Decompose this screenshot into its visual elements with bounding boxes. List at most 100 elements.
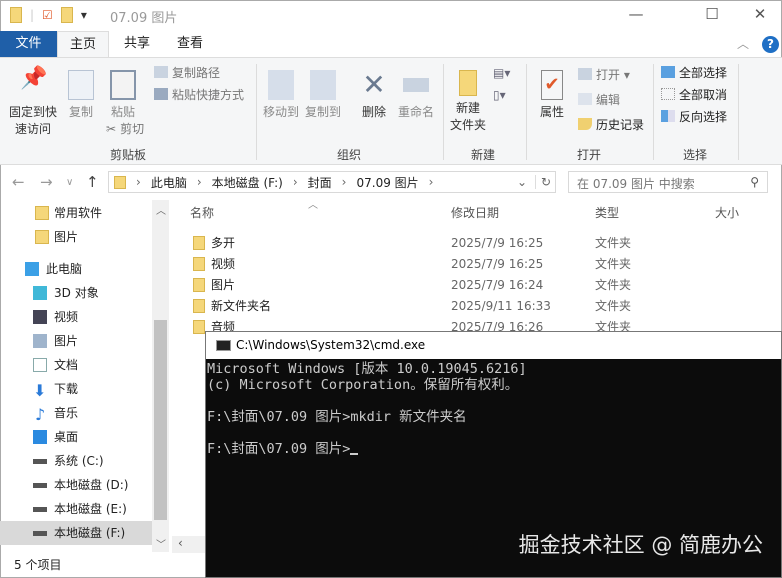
delete-x-icon: ✕ xyxy=(362,68,386,101)
tab-view[interactable]: 查看 xyxy=(165,31,215,57)
pin-quick-access-button[interactable]: 📌 固定到快 速访问 xyxy=(6,66,60,138)
status-item-count: 5 个项目 xyxy=(14,558,62,572)
history-button[interactable]: 历史记录 xyxy=(578,114,644,136)
rename-button[interactable]: 重命名 xyxy=(396,70,436,121)
nav-item-videos[interactable]: 视频 xyxy=(0,305,152,329)
help-icon[interactable]: ? xyxy=(762,36,779,53)
tab-share[interactable]: 共享 xyxy=(112,31,162,57)
address-bar[interactable]: › 此电脑 › 本地磁盘 (F:) › 封面 › 07.09 图片 › ⌄ ↻ xyxy=(108,171,556,193)
copy-path-button[interactable]: 复制路径 xyxy=(154,62,220,84)
file-row[interactable]: 新文件夹名 2025/9/11 16:33 文件夹 xyxy=(190,296,750,317)
collapse-ribbon-icon[interactable]: ︿ xyxy=(737,35,749,52)
nav-item-music[interactable]: ♪ 音乐 xyxy=(0,401,152,425)
folder-icon xyxy=(193,257,205,271)
document-icon xyxy=(33,358,47,372)
folder-icon xyxy=(193,278,205,292)
cmd-window[interactable]: C:\Windows\System32\cmd.exe Microsoft Wi… xyxy=(205,331,782,578)
folder-icon xyxy=(10,7,22,23)
tab-home[interactable]: 主页 xyxy=(57,31,109,57)
cmd-console[interactable]: Microsoft Windows [版本 10.0.19045.6216] (c… xyxy=(206,359,781,457)
search-input[interactable]: 在 07.09 图片 中搜索 ⚲ xyxy=(568,171,768,193)
open-button[interactable]: 打开 ▾ xyxy=(578,64,630,86)
breadcrumb-item[interactable]: 07.09 图片 xyxy=(356,174,418,191)
properties-icon[interactable]: ☑ xyxy=(42,8,53,22)
divider xyxy=(738,64,739,160)
forward-button[interactable]: → xyxy=(40,173,53,191)
up-button[interactable]: ↑ xyxy=(86,173,99,191)
scroll-up-icon[interactable]: ︿ xyxy=(156,202,166,217)
delete-button[interactable]: ✕ 删除 xyxy=(356,70,392,121)
close-button[interactable]: ✕ xyxy=(740,5,780,23)
rename-icon xyxy=(403,78,429,92)
back-button[interactable]: ← xyxy=(12,173,25,191)
nav-item-desktop[interactable]: 桌面 xyxy=(0,425,152,449)
recent-locations-icon[interactable]: ∨ xyxy=(66,177,73,188)
clipboard-icon xyxy=(110,70,136,100)
file-row[interactable]: 视频 2025/7/9 16:25 文件夹 xyxy=(190,254,750,275)
nav-item-documents[interactable]: 文档 xyxy=(0,353,152,377)
nav-item-downloads[interactable]: ⬇ 下载 xyxy=(0,377,152,401)
select-all-button[interactable]: 全部选择 xyxy=(661,62,727,84)
nav-item-drive-e[interactable]: 本地磁盘 (E:) xyxy=(0,497,152,521)
nav-item-this-pc[interactable]: 此电脑 xyxy=(0,257,152,281)
system-drive-icon xyxy=(33,459,47,464)
properties-button[interactable]: ✔ 属性 xyxy=(534,70,570,121)
breadcrumb-item[interactable]: 此电脑 xyxy=(151,174,187,191)
breadcrumb-item[interactable]: 本地磁盘 (F:) xyxy=(212,174,283,191)
window-title: 07.09 图片 xyxy=(110,11,178,26)
tab-file[interactable]: 文件 xyxy=(0,31,57,57)
easy-access-icon[interactable]: ▯▾ xyxy=(493,88,506,102)
desktop-icon xyxy=(33,430,47,444)
nav-item-pictures[interactable]: 图片 xyxy=(0,329,152,353)
text-cursor xyxy=(350,453,359,455)
3d-objects-icon xyxy=(33,286,47,300)
ribbon: 📌 固定到快 速访问 复制 粘贴 复制路径 粘贴快捷方式 ✂ 剪切 剪贴板 移动到 … xyxy=(0,57,782,165)
nav-item-pictures-pinned[interactable]: 图片 xyxy=(0,225,152,249)
group-label-open: 打开 xyxy=(577,148,602,162)
file-row[interactable]: 图片 2025/7/9 16:24 文件夹 xyxy=(190,275,750,296)
column-header-size[interactable]: 大小 xyxy=(715,204,739,221)
breadcrumb-item[interactable]: 封面 xyxy=(308,174,332,191)
cmd-titlebar[interactable]: C:\Windows\System32\cmd.exe xyxy=(206,332,781,359)
copy-to-button[interactable]: 复制到 xyxy=(303,70,343,121)
column-header-date[interactable]: 修改日期 xyxy=(451,204,499,221)
drive-icon xyxy=(33,531,47,536)
nav-item-common-software[interactable]: 常用软件 xyxy=(0,201,152,225)
column-header-name[interactable]: 名称 xyxy=(190,204,214,221)
cut-button[interactable]: ✂ 剪切 xyxy=(106,118,144,140)
nav-item-drive-c[interactable]: 系统 (C:) xyxy=(0,449,152,473)
new-item-icon[interactable]: ▤▾ xyxy=(493,66,510,80)
navigation-pane: 常用软件 图片 此电脑 3D 对象 视频 图片 文档 ⬇ 下载 ♪ 音乐 桌面 系统… xyxy=(0,200,168,552)
minimize-button[interactable]: — xyxy=(616,5,656,23)
select-none-button[interactable]: 全部取消 xyxy=(661,84,727,106)
nav-scrollbar[interactable]: ︿ ﹀ xyxy=(152,200,169,552)
refresh-icon[interactable]: ↻ xyxy=(534,175,551,189)
scroll-down-icon[interactable]: ﹀ xyxy=(156,536,166,551)
new-folder-button[interactable]: 新建 文件夹 xyxy=(446,70,490,134)
download-arrow-icon: ⬇ xyxy=(33,381,47,400)
group-label-new: 新建 xyxy=(471,148,496,162)
nav-item-3d-objects[interactable]: 3D 对象 xyxy=(0,281,152,305)
paste-shortcut-button[interactable]: 粘贴快捷方式 xyxy=(154,84,244,106)
new-folder-icon[interactable] xyxy=(60,7,73,23)
customize-dropdown-icon[interactable]: ▾ xyxy=(81,8,87,22)
horizontal-scrollbar[interactable]: ‹ xyxy=(172,536,206,553)
nav-item-drive-d[interactable]: 本地磁盘 (D:) xyxy=(0,473,152,497)
history-icon xyxy=(578,118,592,130)
pictures-icon xyxy=(33,334,47,348)
pin-icon: 📌 xyxy=(20,66,48,91)
invert-selection-icon xyxy=(661,110,675,122)
address-dropdown-icon[interactable]: ⌄ xyxy=(517,175,527,189)
ribbon-tabs: 文件 主页 共享 查看 ︿ ? xyxy=(0,31,782,57)
column-header-type[interactable]: 类型 xyxy=(595,204,619,221)
nav-item-drive-f[interactable]: 本地磁盘 (F:) xyxy=(0,521,152,545)
invert-selection-button[interactable]: 反向选择 xyxy=(661,106,727,128)
paste-button[interactable]: 粘贴 xyxy=(106,70,140,121)
file-row[interactable]: 多开 2025/7/9 16:25 文件夹 xyxy=(190,233,750,254)
edit-button[interactable]: 编辑 xyxy=(578,89,620,111)
copy-button[interactable]: 复制 xyxy=(64,70,98,121)
move-to-button[interactable]: 移动到 xyxy=(261,70,301,121)
scroll-thumb[interactable] xyxy=(154,320,167,520)
maximize-button[interactable]: ☐ xyxy=(692,5,732,23)
group-label-select: 选择 xyxy=(683,148,708,162)
